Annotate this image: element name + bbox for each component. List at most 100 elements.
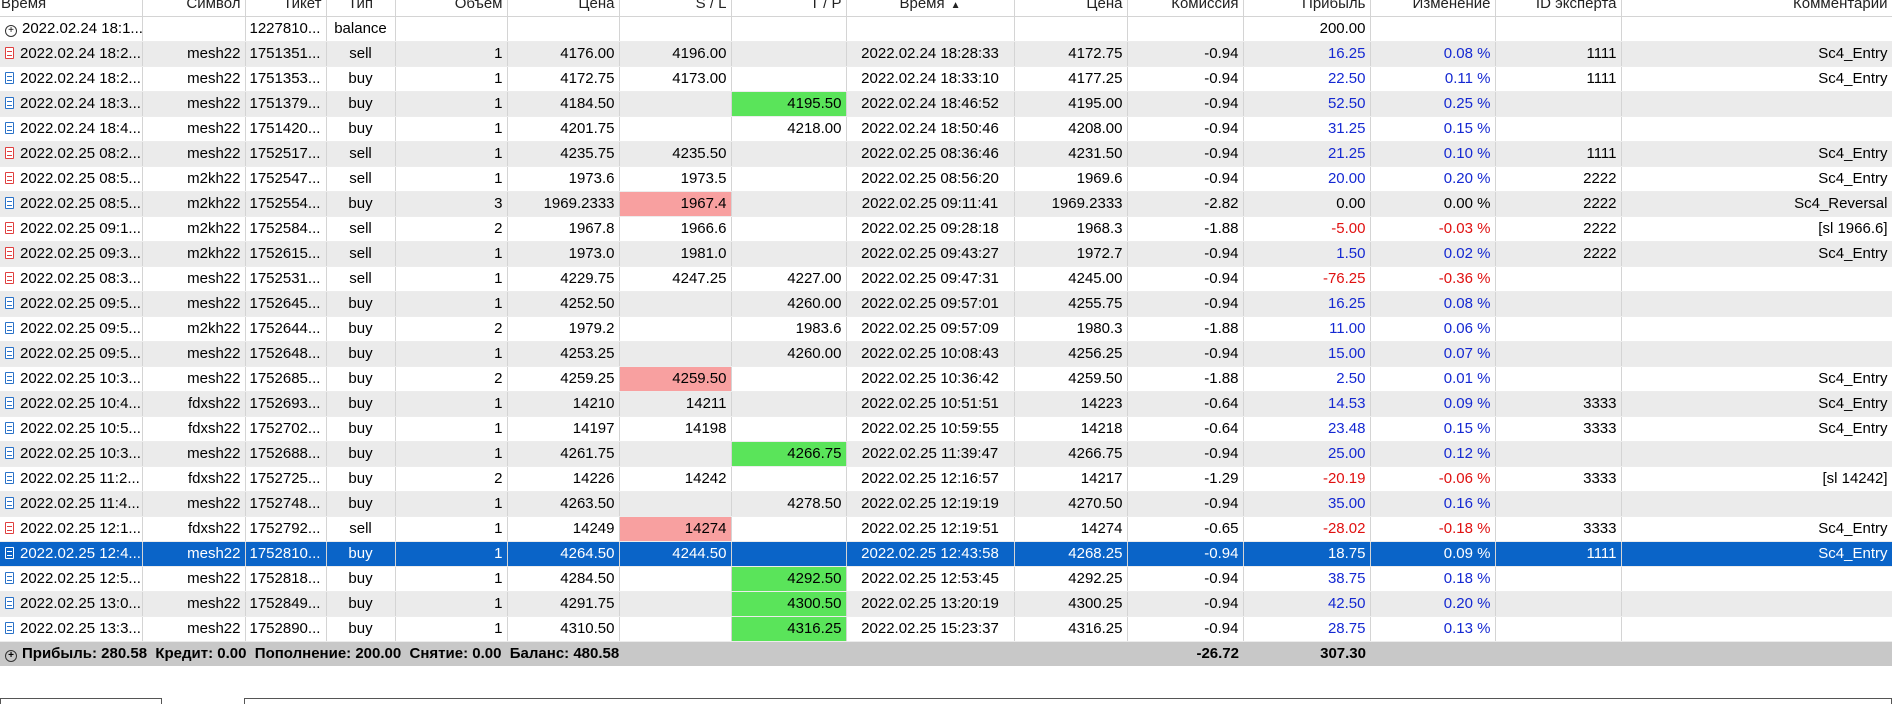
cell-comment <box>1621 266 1892 292</box>
sort-ascending-icon: ▲ <box>950 0 961 11</box>
table-row[interactable]: 2022.02.24 18:3... mesh22 1751379... buy 1 41… <box>0 91 1892 117</box>
col-header-symbol[interactable]: Символ <box>142 0 246 17</box>
table-row[interactable]: 2022.02.25 12:5... mesh22 1752818... buy 1 42… <box>0 566 1892 592</box>
col-header-sl[interactable]: S / L <box>619 0 732 17</box>
cell-commission: -0.65 <box>1127 516 1244 542</box>
cell-tp: 4266.75 <box>731 441 847 467</box>
table-row[interactable]: 2022.02.25 09:5... m2kh22 1752644... buy 2 19… <box>0 316 1892 342</box>
cell-ticket: 1752849... <box>245 591 327 617</box>
cell-open-price: 1973.6 <box>507 166 620 192</box>
table-row[interactable]: 2022.02.24 18:2... mesh22 1751351... sell 1 4… <box>0 41 1892 67</box>
col-header-ticket[interactable]: Тикет <box>245 0 327 17</box>
sell-deal-icon <box>5 247 14 259</box>
col-header-open-time[interactable]: Время <box>0 0 143 17</box>
cell-expert-id: 2222 <box>1495 191 1622 217</box>
cell-ticket: 1752554... <box>245 191 327 217</box>
balance-row[interactable]: +2022.02.24 18:1... 1227810... balance 2… <box>0 16 1892 42</box>
cell-sl: 1966.6 <box>619 216 732 242</box>
table-row[interactable]: 2022.02.25 09:5... mesh22 1752648... buy 1 42… <box>0 341 1892 367</box>
cell-close-price: 4177.25 <box>1014 66 1128 92</box>
plus-circle-icon[interactable]: + <box>5 25 17 37</box>
col-header-tp[interactable]: T / P <box>731 0 847 17</box>
cell-open-time-text: 2022.02.25 08:5... <box>20 170 141 187</box>
cell-close-price: 1969.6 <box>1014 166 1128 192</box>
cell-change: -0.36 % <box>1370 266 1496 292</box>
table-row[interactable]: 2022.02.25 10:5... fdxsh22 1752702... buy 1 1… <box>0 416 1892 442</box>
cell-profit: -20.19 <box>1243 466 1371 492</box>
cell-open-price: 1969.2333 <box>507 191 620 217</box>
cell-ticket: 1752688... <box>245 441 327 467</box>
cell-change: 0.07 % <box>1370 341 1496 367</box>
cell-ticket: 1752748... <box>245 491 327 517</box>
cell-commission: -0.94 <box>1127 266 1244 292</box>
sell-deal-icon <box>5 147 14 159</box>
col-header-type[interactable]: Тип <box>326 0 396 17</box>
cell-profit: 0.00 <box>1243 191 1371 217</box>
cell-change: 0.13 % <box>1370 616 1496 642</box>
table-row[interactable]: 2022.02.25 08:5... m2kh22 1752547... sell 1 1… <box>0 166 1892 192</box>
col-header-open-price[interactable]: Цена <box>507 0 620 17</box>
table-row[interactable]: 2022.02.25 09:1... m2kh22 1752584... sell 2 1… <box>0 216 1892 242</box>
col-header-expert-id[interactable]: ID эксперта <box>1495 0 1622 17</box>
bottom-tab-left[interactable] <box>0 698 162 704</box>
col-header-close-price[interactable]: Цена <box>1014 0 1128 17</box>
table-row[interactable]: 2022.02.25 11:2... fdxsh22 1752725... buy 2 1… <box>0 466 1892 492</box>
col-header-profit[interactable]: Прибыль <box>1243 0 1371 17</box>
cell-open-time-text: 2022.02.25 10:4... <box>20 395 141 412</box>
table-row[interactable]: 2022.02.25 09:5... mesh22 1752645... buy 1 42… <box>0 291 1892 317</box>
table-row[interactable]: 2022.02.24 18:4... mesh22 1751420... buy 1 42… <box>0 116 1892 142</box>
cell-volume: 2 <box>395 366 508 392</box>
bottom-panel-tabs <box>0 698 1892 704</box>
table-row[interactable]: 2022.02.25 13:3... mesh22 1752890... buy 1 43… <box>0 616 1892 642</box>
cell-open-price: 14226 <box>507 466 620 492</box>
col-header-change[interactable]: Изменение <box>1370 0 1496 17</box>
table-row[interactable]: 2022.02.25 10:3... mesh22 1752688... buy 1 42… <box>0 441 1892 467</box>
cell-symbol: fdxsh22 <box>142 416 246 442</box>
cell-change: 0.00 % <box>1370 191 1496 217</box>
table-row[interactable]: 2022.02.25 11:4... mesh22 1752748... buy 1 42… <box>0 491 1892 517</box>
table-row[interactable]: 2022.02.25 09:3... m2kh22 1752615... sell 1 1… <box>0 241 1892 267</box>
cell-open-time: 2022.02.25 08:2... <box>0 141 143 167</box>
cell-change: 0.20 % <box>1370 166 1496 192</box>
table-row[interactable]: 2022.02.25 10:3... mesh22 1752685... buy 2 42… <box>0 366 1892 392</box>
col-header-volume[interactable]: Объем <box>395 0 508 17</box>
cell-expert-id: 3333 <box>1495 391 1622 417</box>
cell-open-time-text: 2022.02.25 09:5... <box>20 295 141 312</box>
cell-type: buy <box>326 291 396 317</box>
cell-open-price: 4172.75 <box>507 66 620 92</box>
cell-close-price: 4268.25 <box>1014 541 1128 567</box>
cell-change <box>1370 16 1496 42</box>
table-row[interactable]: 2022.02.25 08:3... mesh22 1752531... sell 1 4… <box>0 266 1892 292</box>
cell-ticket: 1752517... <box>245 141 327 167</box>
bottom-tab-main[interactable] <box>244 698 1892 704</box>
cell-symbol: mesh22 <box>142 141 246 167</box>
cell-volume: 1 <box>395 416 508 442</box>
table-row[interactable]: 2022.02.24 18:2... mesh22 1751353... buy 1 41… <box>0 66 1892 92</box>
table-row[interactable]: 2022.02.25 12:1... fdxsh22 1752792... sell 1… <box>0 516 1892 542</box>
cell-expert-id <box>1495 116 1622 142</box>
table-row[interactable]: 2022.02.25 12:4... mesh22 1752810... buy 1 42… <box>0 541 1892 567</box>
cell-open-price: 4259.25 <box>507 366 620 392</box>
table-row[interactable]: 2022.02.25 10:4... fdxsh22 1752693... buy 1 1… <box>0 391 1892 417</box>
cell-close-time: 2022.02.25 09:57:01 <box>846 291 1015 317</box>
cell-tp <box>731 466 847 492</box>
col-header-commission[interactable]: Комиссия <box>1127 0 1244 17</box>
cell-close-price: 14218 <box>1014 416 1128 442</box>
table-row[interactable]: 2022.02.25 08:2... mesh22 1752517... sell 1 4… <box>0 141 1892 167</box>
cell-change: 0.20 % <box>1370 591 1496 617</box>
cell-commission: -0.64 <box>1127 391 1244 417</box>
table-row[interactable]: 2022.02.25 08:5... m2kh22 1752554... buy 3 19… <box>0 191 1892 217</box>
cell-tp <box>731 216 847 242</box>
buy-deal-icon <box>5 547 14 559</box>
buy-deal-icon <box>5 72 14 84</box>
plus-circle-icon[interactable]: + <box>5 650 17 663</box>
cell-commission: -1.88 <box>1127 366 1244 392</box>
cell-open-price: 4284.50 <box>507 566 620 592</box>
table-row[interactable]: 2022.02.25 13:0... mesh22 1752849... buy 1 42… <box>0 591 1892 617</box>
cell-sl <box>619 116 732 142</box>
cell-expert-id <box>1495 616 1622 642</box>
cell-close-time: 2022.02.25 12:19:19 <box>846 491 1015 517</box>
cell-change: -0.03 % <box>1370 216 1496 242</box>
col-header-close-time[interactable]: Время ▲ <box>846 0 1015 17</box>
col-header-comment[interactable]: Комментарий <box>1621 0 1892 17</box>
